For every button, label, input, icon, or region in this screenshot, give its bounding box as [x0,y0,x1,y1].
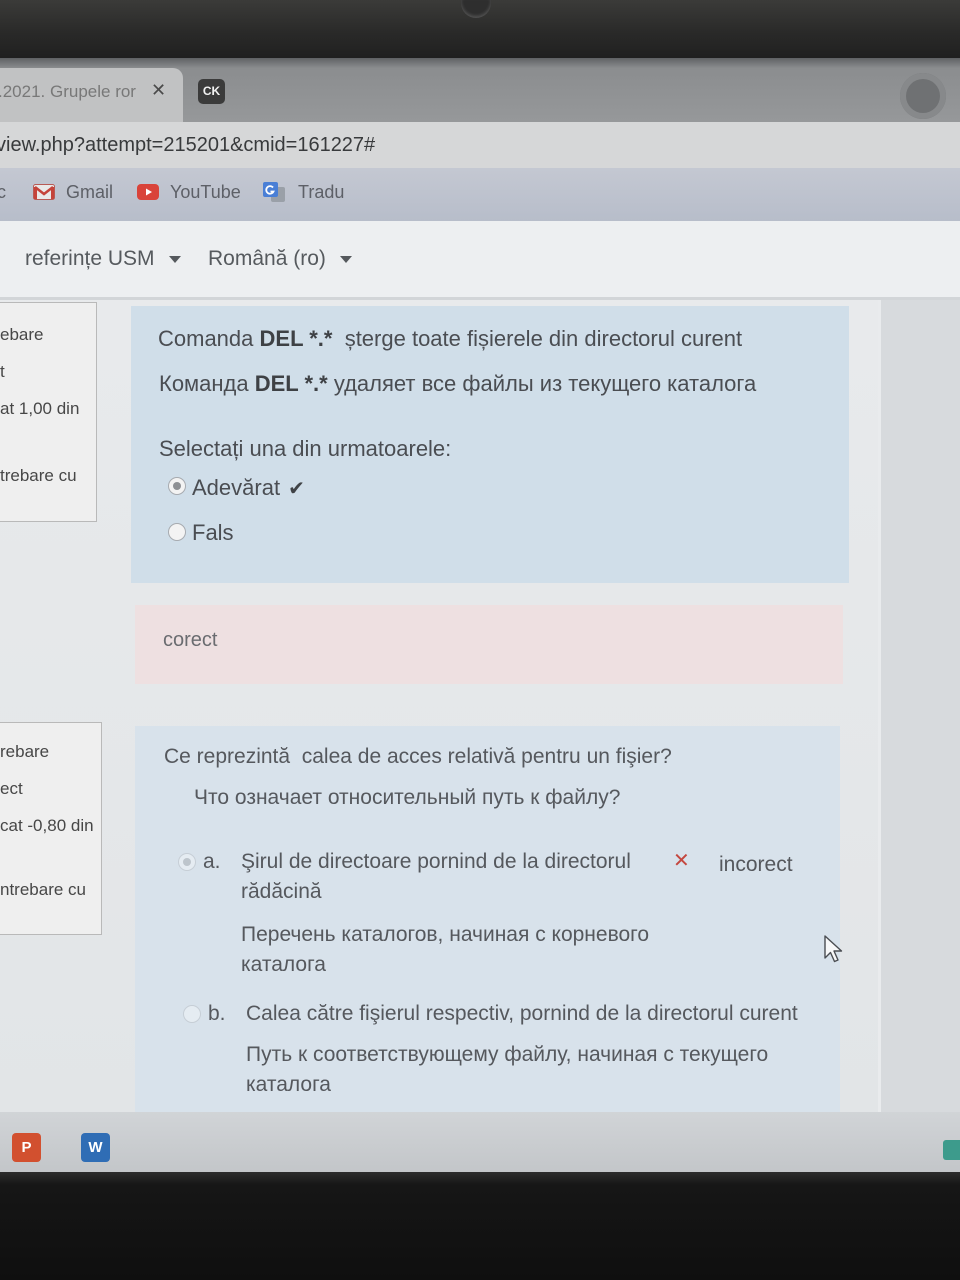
question-text-part: șterge toate fișierele din directorul cu… [332,326,743,351]
question-1-info: ebare t at 1,00 din trebare cu [0,302,97,522]
feedback-text: corect [163,629,218,651]
option-text-ro: Calea către fişierul respectiv, pornind … [246,1002,798,1025]
right-margin [878,300,960,1112]
radio-option-a[interactable] [178,853,196,871]
nav-menu-language[interactable]: Română (ro) [208,246,352,272]
bookmark-partial[interactable]: c [0,181,6,203]
caret-down-icon [168,255,181,263]
question-1-feedback: corect [135,605,843,684]
question-1-card: Comanda DEL *.* șterge toate fișierele d… [131,306,849,583]
option-label: Fals [192,520,234,545]
option-true: Adevărat ✔ [192,475,305,501]
info-question-label: rebare [0,742,50,761]
radio-false[interactable] [168,523,186,541]
address-bar-url[interactable]: view.php?attempt=215201&cmid=161227# [0,133,375,157]
question-text-part: Команда [159,371,255,396]
question-2-card: Ce reprezintă calea de acces relativă pe… [135,726,840,1112]
laptop-bezel-bottom [0,1172,960,1280]
youtube-icon[interactable] [137,184,159,200]
translate-icon[interactable] [262,181,286,203]
option-a: Şirul de directoare pornind de la direct… [241,847,669,980]
option-letter: a. [203,850,221,873]
gmail-icon[interactable] [33,184,55,200]
info-question-label: ebare [0,325,44,344]
app-icon[interactable] [943,1140,960,1160]
option-text-ru: Перечень каталогов, начиная с корневого … [241,923,650,976]
check-icon: ✔ [288,476,305,500]
option-text-ro: Şirul de directoare pornind de la direct… [241,850,631,903]
answer-prompt: Selectați una din urmatoarele: [159,436,452,461]
bookmark-translate[interactable]: Tradu [298,181,344,203]
tab-close-icon[interactable]: ✕ [151,79,166,103]
radio-true[interactable] [168,477,186,495]
tab-title: .2021. Grupele ror [0,82,136,101]
laptop-screen-photo: .2021. Grupele ror ✕ CK view.php?attempt… [0,0,960,1280]
question-text-ro: Ce reprezintă calea de acces relativă pe… [164,745,672,768]
second-tab-favicon-icon[interactable]: CK [198,79,225,104]
profile-avatar-icon[interactable] [900,73,946,119]
option-label: Adevărat [192,475,281,500]
option-false: Fals [192,521,234,545]
nav-menu-label: referințe USM [25,247,155,270]
question-2-info: rebare ect cat -0,80 din ntrebare cu [0,722,102,935]
bookmark-gmail[interactable]: Gmail [66,181,113,203]
question-text-ru: Что означает относительный путь к файлу? [194,786,621,809]
info-mark: cat -0,80 din [0,816,94,835]
option-status: incorect [719,853,793,876]
question-text-part: удаляет все файлы из текущего каталога [327,371,757,396]
info-state: ect [0,779,23,798]
command-text: DEL *.* [254,371,328,396]
taskbar [0,1112,960,1172]
command-text: DEL *.* [259,326,333,351]
radio-option-b[interactable] [183,1005,201,1023]
nav-menu-references[interactable]: referințe USM [25,246,181,272]
option-text-ru: Путь к соответствующему файлу, начиная с… [246,1043,769,1096]
question-text-ru: Команда DEL *.* удаляет все файлы из тек… [159,372,756,396]
bookmark-youtube[interactable]: YouTube [170,181,241,203]
nav-menu-label: Română (ro) [208,247,326,270]
info-state: t [0,362,5,381]
word-icon[interactable]: W [81,1133,110,1162]
powerpoint-icon[interactable]: P [12,1133,41,1162]
flag-question-link[interactable]: ntrebare cu [0,871,101,908]
cross-icon: ✕ [673,848,690,872]
option-letter: b. [208,1002,226,1025]
flag-question-link[interactable]: trebare cu [0,457,96,494]
question-text-part: Comanda [158,326,260,351]
question-text-ro: Comanda DEL *.* șterge toate fișierele d… [158,327,742,351]
info-mark: at 1,00 din [0,399,80,418]
mouse-cursor-icon [823,934,845,964]
caret-down-icon [339,255,352,263]
option-b: Calea către fişierul respectiv, pornind … [246,999,821,1100]
